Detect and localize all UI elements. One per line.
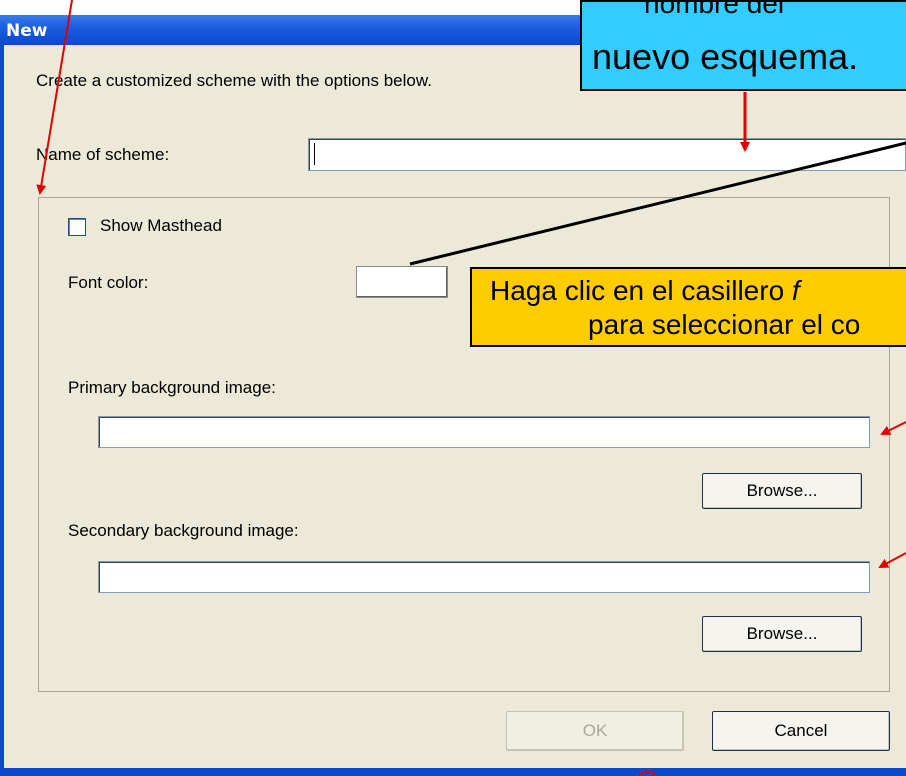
callout-text: Haga clic en el casillero bbox=[490, 275, 792, 306]
primary-background-label: Primary background image: bbox=[68, 378, 276, 397]
description-text: Create a customized scheme with the opti… bbox=[36, 71, 432, 90]
cancel-button[interactable]: Cancel bbox=[712, 711, 890, 751]
font-color-callout: Haga clic en el casillero f para selecci… bbox=[470, 267, 906, 347]
font-color-swatch-button[interactable] bbox=[356, 266, 448, 298]
callout-line-1: Haga clic en el casillero f bbox=[490, 275, 800, 307]
secondary-background-label: Secondary background image: bbox=[68, 521, 299, 540]
name-of-scheme-input[interactable] bbox=[308, 138, 906, 171]
ok-button[interactable]: OK bbox=[506, 711, 684, 751]
callout-italic-text: f bbox=[791, 275, 800, 306]
callout-line-1: nombre del bbox=[644, 0, 785, 19]
dialog-bottom-border bbox=[0, 768, 906, 776]
window-title: New bbox=[6, 21, 48, 41]
primary-background-input[interactable] bbox=[98, 416, 870, 448]
scheme-name-callout: nombre del nuevo esquema. bbox=[580, 0, 906, 91]
text-caret bbox=[314, 143, 315, 165]
callout-line-2: nuevo esquema. bbox=[592, 36, 859, 77]
show-masthead-label[interactable]: Show Masthead bbox=[100, 216, 222, 236]
primary-browse-button[interactable]: Browse... bbox=[702, 473, 862, 509]
show-masthead-checkbox[interactable] bbox=[68, 218, 86, 236]
secondary-browse-button[interactable]: Browse... bbox=[702, 616, 862, 652]
font-color-label: Font color: bbox=[68, 273, 149, 292]
secondary-background-input[interactable] bbox=[98, 561, 870, 593]
name-of-scheme-label: Name of scheme: bbox=[36, 145, 170, 164]
callout-line-2: para seleccionar el co bbox=[588, 309, 861, 340]
